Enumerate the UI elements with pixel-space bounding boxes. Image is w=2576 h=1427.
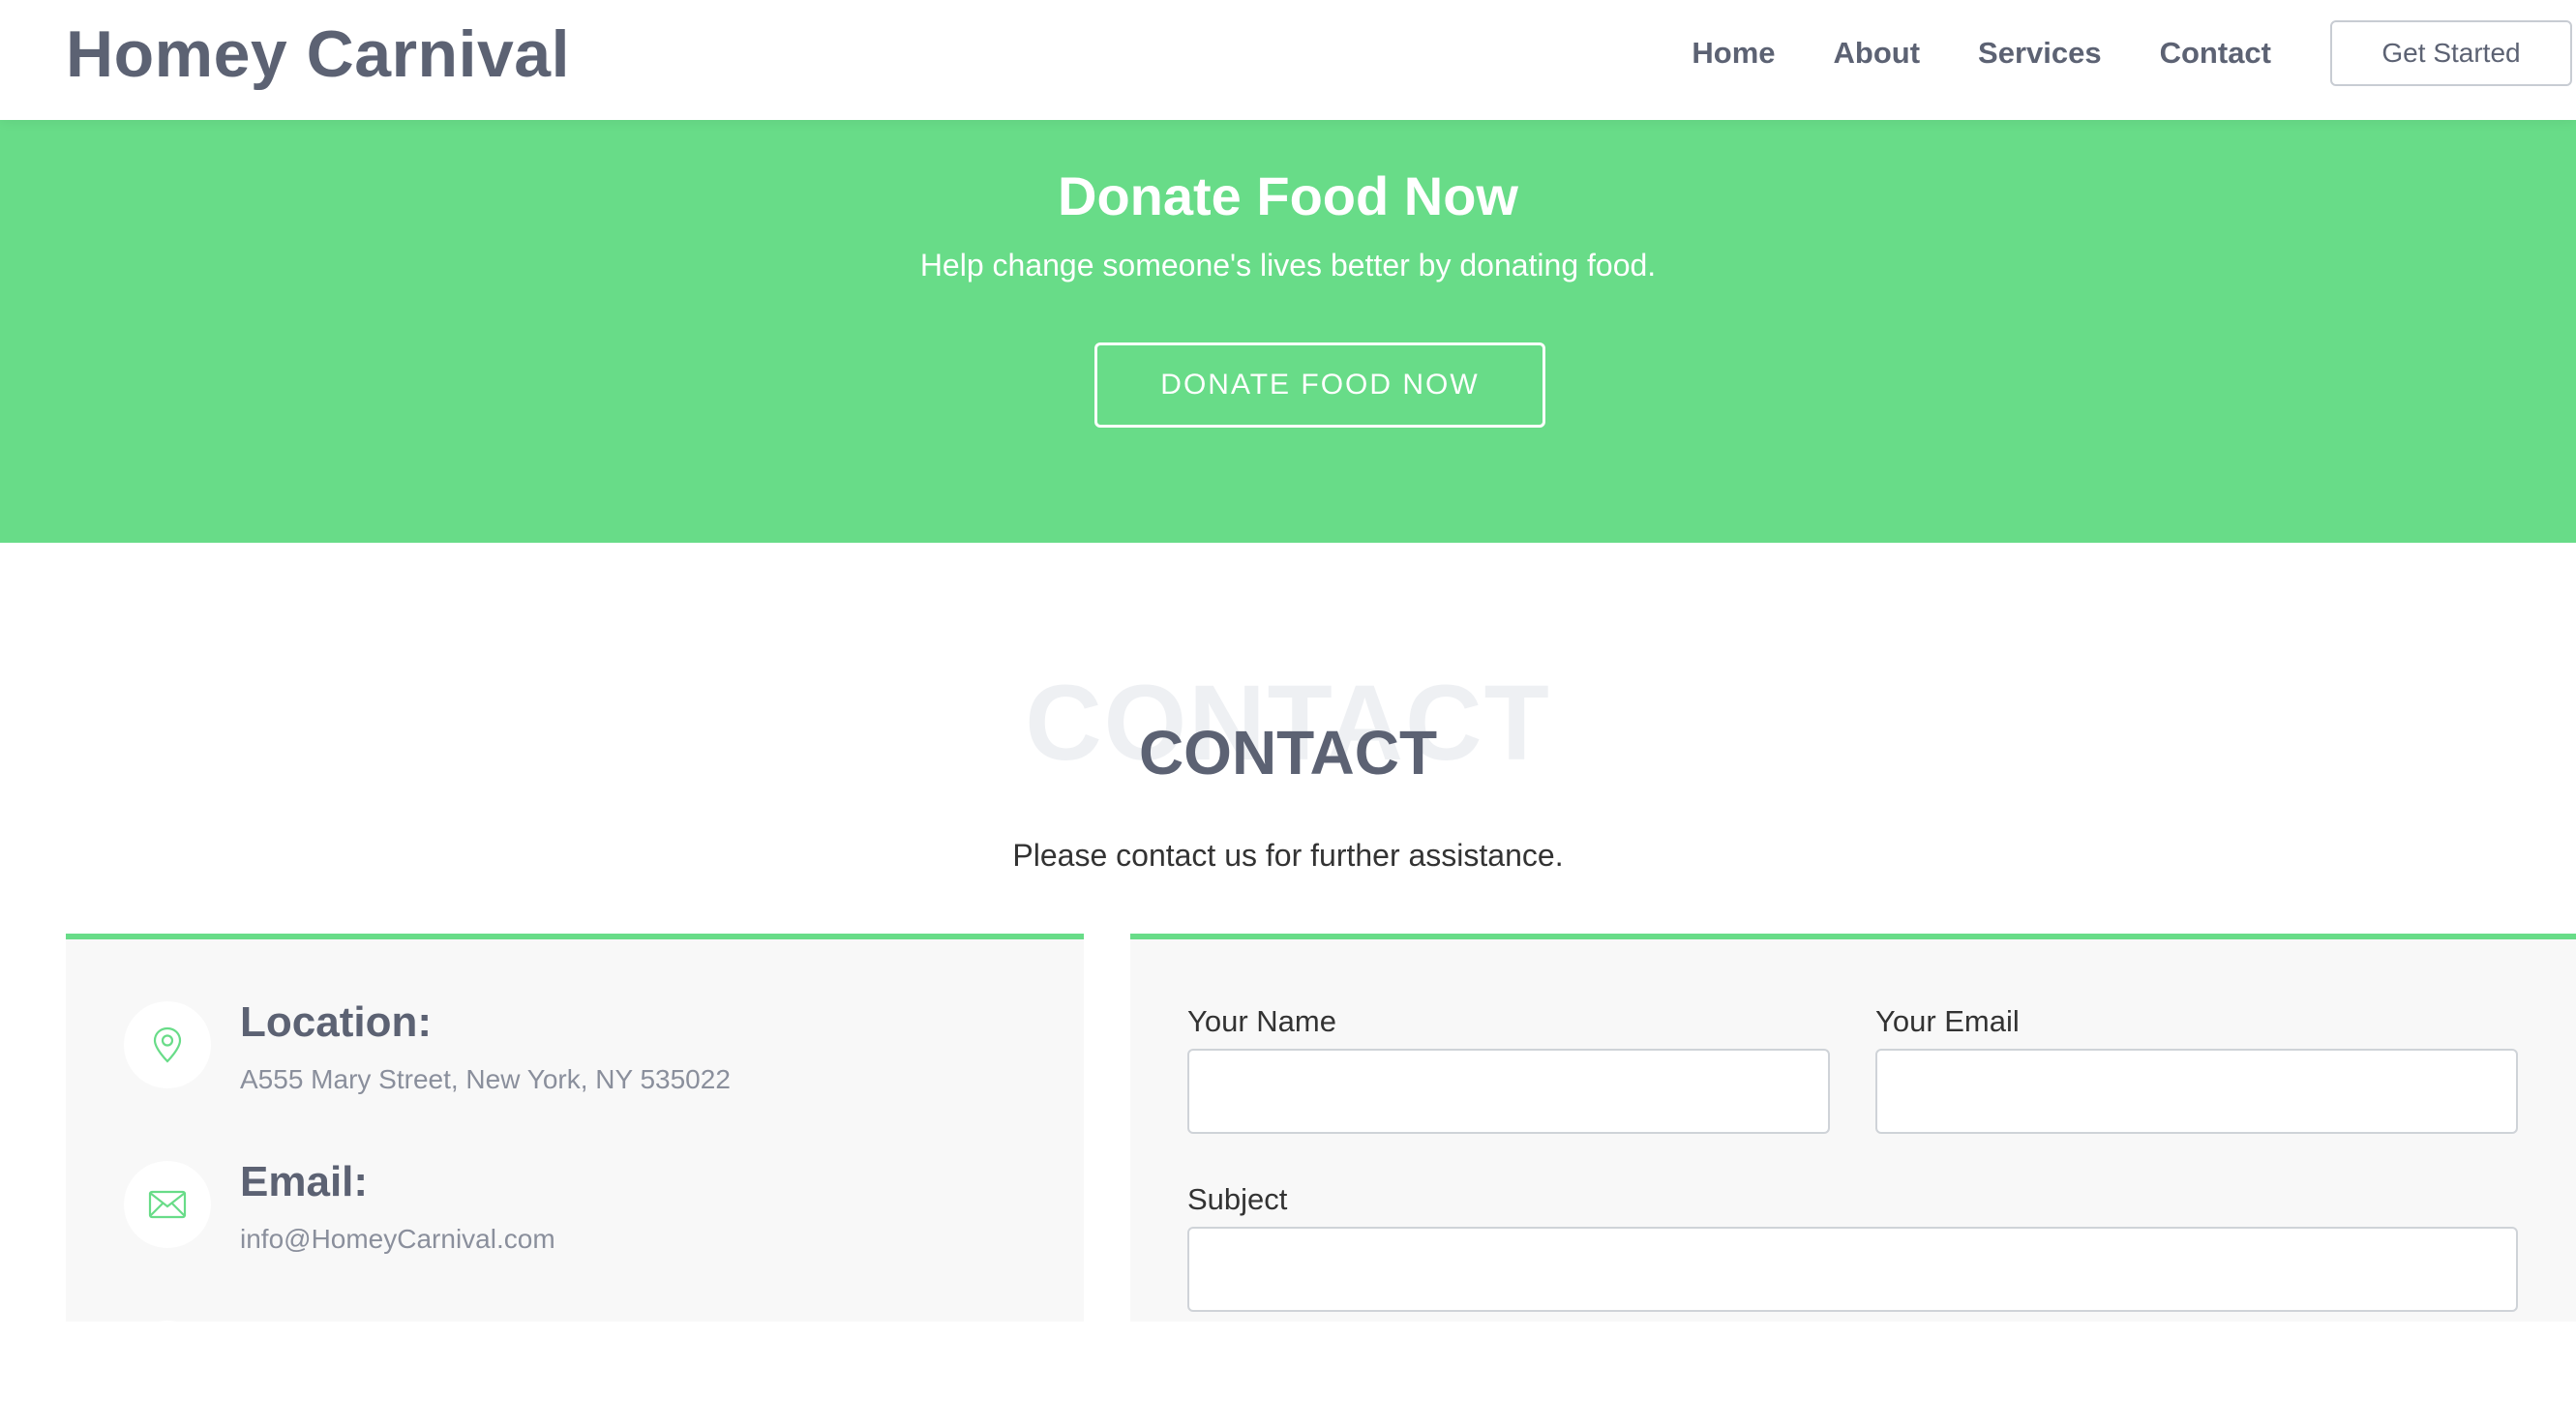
email-field-label: Your Email [1875, 1004, 2020, 1038]
location-item: Location: A555 Mary Street, New York, NY… [124, 998, 1053, 1108]
email-field[interactable] [1875, 1049, 2518, 1134]
name-field-label: Your Name [1187, 1004, 1336, 1038]
phone-item [124, 1321, 1053, 1427]
nav-services-link[interactable]: Services [1978, 29, 2102, 77]
donate-food-button[interactable]: DONATE FOOD NOW [1094, 342, 1545, 428]
hero-subtitle: Help change someone's lives better by do… [919, 248, 1657, 282]
email-item: Email: info@HomeyCarnival.com [124, 1158, 1053, 1267]
section-subtitle: Please contact us for further assistance… [1012, 838, 1564, 873]
name-field[interactable] [1187, 1049, 1830, 1134]
contact-form-card: Your Name Your Email Subject [1130, 934, 2576, 1322]
subject-field-label: Subject [1187, 1182, 1288, 1216]
site-header: Homey Carnival Home About Services Conta… [0, 0, 2576, 120]
hero-title: Donate Food Now [1058, 165, 1518, 226]
map-pin-icon [124, 1001, 211, 1088]
email-label: Email: [240, 1158, 369, 1205]
nav-about-link[interactable]: About [1834, 29, 1921, 77]
envelope-icon [124, 1161, 211, 1248]
phone-icon [124, 1321, 211, 1408]
get-started-button[interactable]: Get Started [2330, 20, 2572, 86]
donate-hero-banner: Donate Food Now Help change someone's li… [0, 120, 2576, 543]
nav-home-link[interactable]: Home [1692, 29, 1775, 77]
email-value[interactable]: info@HomeyCarnival.com [240, 1221, 555, 1258]
section-title: CONTACT [1138, 718, 1438, 788]
subject-field[interactable] [1187, 1227, 2518, 1312]
site-logo[interactable]: Homey Carnival [66, 15, 570, 93]
location-label: Location: [240, 998, 432, 1046]
contact-info-card: Location: A555 Mary Street, New York, NY… [66, 934, 1084, 1408]
location-value: A555 Mary Street, New York, NY 535022 [240, 1064, 731, 1094]
nav-contact-link[interactable]: Contact [2160, 29, 2271, 77]
main-nav: Home About Services Contact [1692, 29, 2271, 77]
